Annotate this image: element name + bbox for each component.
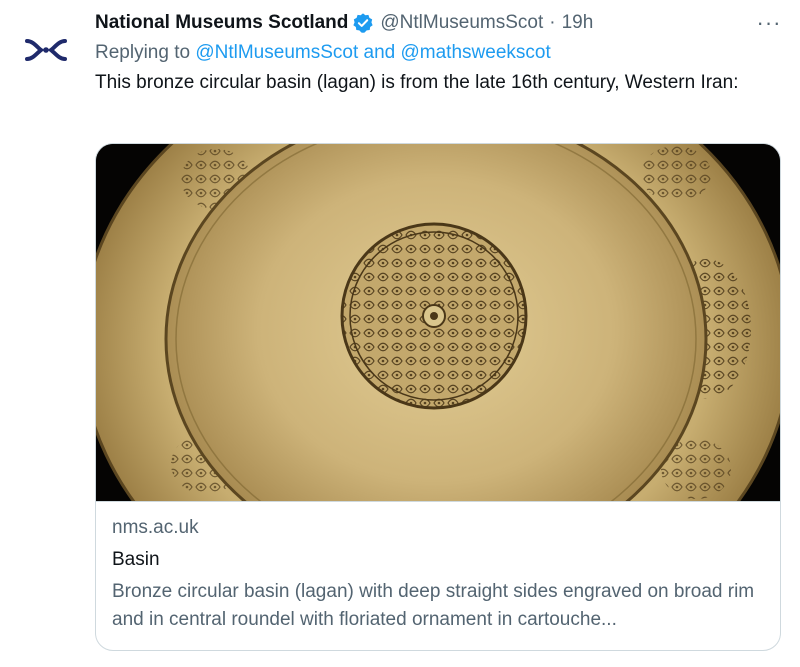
avatar[interactable] [14, 18, 78, 82]
link-card[interactable]: nms.ac.uk Basin Bronze circular basin (l… [95, 143, 781, 651]
mention-link-ntlmuseumsscot[interactable]: @NtlMuseumsScot [195, 42, 358, 63]
tweet[interactable]: National Museums Scotland @NtlMuseumsSco… [0, 0, 800, 667]
nms-logo-icon [25, 39, 67, 61]
tweet-text: This bronze circular basin (lagan) is fr… [95, 72, 739, 93]
replying-to: Replying to @NtlMuseumsScot and @mathswe… [95, 39, 785, 67]
bronze-basin-image [96, 144, 780, 501]
author-display-name[interactable]: National Museums Scotland [95, 8, 348, 38]
link-card-title: Basin [112, 549, 160, 570]
link-card-domain: nms.ac.uk [112, 517, 199, 538]
replying-to-prefix: Replying to [95, 42, 196, 63]
verified-badge-icon [352, 12, 374, 34]
more-options-icon[interactable]: ··· [753, 8, 785, 38]
tweet-content: National Museums Scotland @NtlMuseumsSco… [95, 8, 785, 97]
tweet-timestamp[interactable]: 19h [562, 8, 594, 38]
link-card-body: nms.ac.uk Basin Bronze circular basin (l… [96, 501, 780, 634]
mention-link-mathsweekscot[interactable]: @mathsweekscot [401, 42, 551, 63]
reply-conjunction[interactable]: and [358, 42, 400, 63]
tweet-header: National Museums Scotland @NtlMuseumsSco… [95, 8, 785, 38]
separator-dot: · [549, 12, 556, 33]
author-handle[interactable]: @NtlMuseumsScot [380, 8, 543, 38]
link-card-description: Bronze circular basin (lagan) with deep … [112, 581, 755, 630]
